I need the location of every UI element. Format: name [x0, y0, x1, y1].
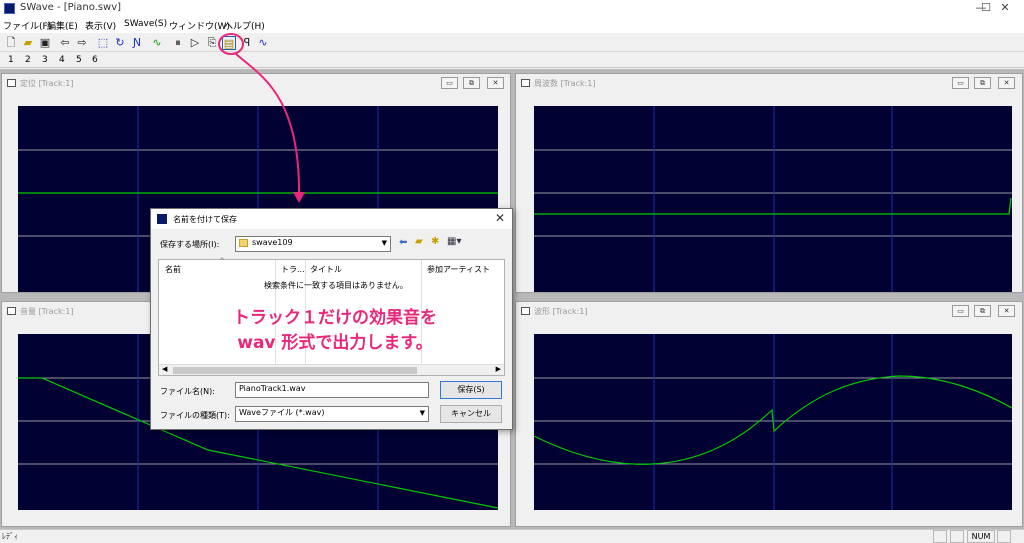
- filetype-label: ファイルの種類(T):: [160, 411, 230, 420]
- filename-label: ファイル名(N):: [160, 387, 215, 396]
- back-arrow-icon[interactable]: ⬅: [399, 237, 407, 248]
- column-artist[interactable]: 参加アーティスト: [427, 264, 490, 275]
- status-ready: ﾚﾃﾞｨ: [2, 532, 18, 541]
- dialog-title: 名前を付けて保存: [173, 215, 237, 224]
- status-num: NUM: [967, 530, 995, 543]
- status-panel: [997, 530, 1011, 543]
- horizontal-scrollbar[interactable]: ◀ ▶: [159, 364, 504, 375]
- annotation-line-2: wav 形式で出力します。: [237, 333, 433, 353]
- annotation-line-1: トラック１だけの効果音を: [233, 308, 437, 328]
- filename-input[interactable]: PianoTrack1.wav: [235, 382, 429, 398]
- annotation-text: トラック１だけの効果音を wav 形式で出力します。: [157, 306, 513, 356]
- new-folder-icon[interactable]: ✱: [431, 236, 439, 247]
- status-panel: [933, 530, 947, 543]
- cancel-button[interactable]: キャンセル: [440, 405, 502, 423]
- save-in-select[interactable]: swave109 ▼: [235, 236, 391, 252]
- dialog-titlebar: 名前を付けて保存 ✕: [151, 209, 512, 229]
- column-title[interactable]: タイトル: [310, 264, 342, 275]
- scroll-left-icon[interactable]: ◀: [162, 365, 167, 373]
- chevron-down-icon: ▼: [381, 239, 387, 247]
- dialog-close-icon[interactable]: ✕: [495, 211, 505, 225]
- chevron-down-icon: ▼: [419, 409, 425, 417]
- status-bar: [0, 529, 1024, 543]
- column-track[interactable]: トラ...: [281, 264, 305, 275]
- filetype-value: Waveファイル (*.wav): [239, 408, 325, 417]
- save-in-value: swave109: [252, 238, 293, 247]
- up-folder-icon[interactable]: ▰: [415, 236, 423, 247]
- view-menu-icon[interactable]: ▦▾: [447, 236, 461, 247]
- status-panel: [950, 530, 964, 543]
- filetype-select[interactable]: Waveファイル (*.wav) ▼: [235, 406, 429, 422]
- scroll-thumb[interactable]: [173, 367, 417, 374]
- folder-icon: [239, 238, 248, 247]
- scroll-right-icon[interactable]: ▶: [496, 365, 501, 373]
- empty-message: 検索条件に一致する項目はありません。: [264, 281, 408, 290]
- sort-caret-icon: ^: [219, 257, 225, 265]
- column-name[interactable]: 名前: [165, 264, 181, 275]
- save-button[interactable]: 保存(S): [440, 381, 502, 399]
- dialog-app-icon: [157, 214, 167, 224]
- save-in-label: 保存する場所(I):: [160, 240, 220, 249]
